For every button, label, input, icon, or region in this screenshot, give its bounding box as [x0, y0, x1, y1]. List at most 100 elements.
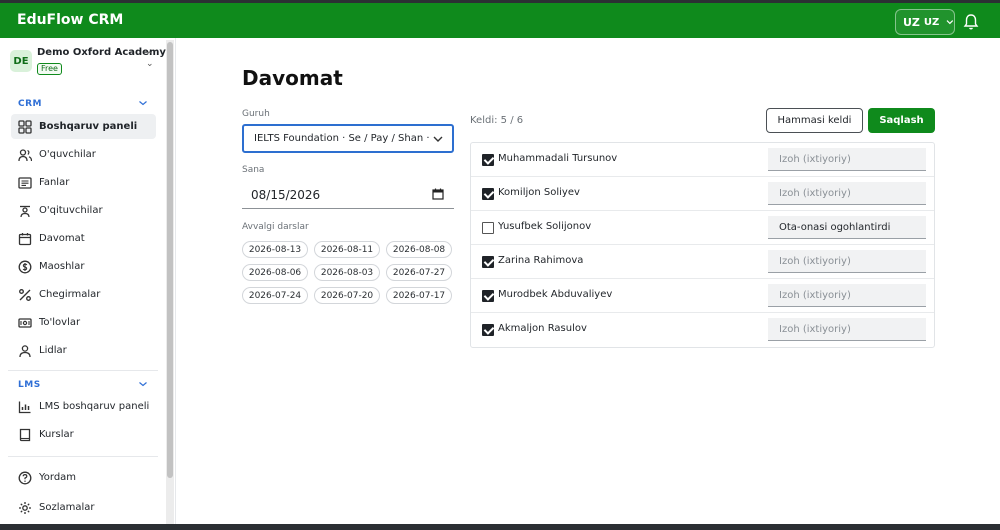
page-title: Davomat [242, 66, 343, 90]
attendance-list: Muhammadali Tursunov Izoh (ixtiyoriy) Ko… [470, 142, 935, 348]
sidebar-item-settings[interactable]: Sozlamalar [11, 495, 156, 520]
student-name: Zarina Rahimova [498, 255, 584, 266]
dashboard-icon [18, 119, 32, 134]
top-bar: EduFlow CRM UZ UZ [0, 0, 1000, 38]
attendance-checkbox[interactable] [482, 290, 494, 302]
previous-date-chip[interactable]: 2026-08-08 [386, 241, 452, 258]
sidebar-item-label: Yordam [39, 472, 77, 483]
sidebar-item-label: Lidlar [39, 345, 67, 356]
sidebar-item-teachers[interactable]: O'qituvchilar [11, 198, 156, 223]
group-select[interactable]: IELTS Foundation · Se / Pay / Shan · 1 [242, 124, 454, 153]
previous-date-chip[interactable]: 2026-08-06 [242, 264, 308, 281]
previous-date-chip[interactable]: 2026-08-13 [242, 241, 308, 258]
percent-icon [19, 288, 31, 301]
book-icon [19, 428, 31, 441]
note-input[interactable]: Izoh (ixtiyoriy) [768, 250, 926, 273]
attendance-checkbox[interactable] [482, 256, 494, 268]
sidebar-item-label: O'qituvchilar [39, 205, 103, 216]
app-brand[interactable]: EduFlow CRM [17, 12, 123, 28]
student-name: Yusufbek Solijonov [498, 221, 592, 232]
plan-badge: Free [37, 63, 62, 75]
sidebar-item-discounts[interactable]: Chegirmalar [11, 282, 156, 307]
teachers-icon [20, 205, 30, 217]
sidebar-item-label: Kurslar [39, 429, 74, 440]
sidebar-item-help[interactable]: Yordam [11, 465, 156, 490]
previous-lessons-label: Avvalgi darslar [242, 222, 309, 232]
sidebar-item-label: Maoshlar [39, 261, 85, 272]
sidebar-item-dashboard[interactable]: Boshqaruv paneli [11, 114, 156, 139]
student-name: Komiljon Soliyev [498, 187, 580, 198]
sidebar-item-leads[interactable]: Lidlar [11, 338, 156, 363]
note-text: Ota-onasi ogohlantirdi [779, 221, 891, 233]
previous-date-chip[interactable]: 2026-07-27 [386, 264, 452, 281]
calendar-icon[interactable] [432, 188, 444, 200]
date-label: Sana [242, 165, 265, 175]
sidebar-item-label: Fanlar [39, 177, 70, 188]
sidebar-item-lms-dashboard[interactable]: LMS boshqaruv paneli [11, 394, 156, 419]
sidebar-item-attendance[interactable]: Davomat [11, 226, 156, 251]
student-row: Akmaljon Rasulov Izoh (ixtiyoriy) [471, 313, 934, 347]
previous-date-chip[interactable]: 2026-07-17 [386, 287, 452, 304]
sidebar-item-students[interactable]: O'quvchilar [11, 142, 156, 167]
sidebar-divider [8, 370, 158, 371]
bottom-bar [0, 524, 1000, 530]
group-label: Guruh [242, 109, 270, 119]
attendance-checkbox[interactable] [482, 188, 494, 200]
bell-icon[interactable] [963, 13, 979, 31]
students-icon [18, 148, 32, 161]
student-row: Muhammadali Tursunov Izoh (ixtiyoriy) [471, 143, 934, 177]
previous-date-chip[interactable]: 2026-08-03 [314, 264, 380, 281]
expand-collapse-icon: ⌃ ⌄ [146, 51, 154, 69]
date-input[interactable]: 08/15/2026 [242, 181, 454, 209]
sidebar-item-payments[interactable]: To'lovlar [11, 310, 156, 335]
note-input[interactable]: Ota-onasi ogohlantirdi [768, 216, 926, 239]
note-text: Izoh (ixtiyoriy) [779, 289, 851, 301]
sidebar-item-label: Davomat [39, 233, 85, 244]
sidebar-item-subjects[interactable]: Fanlar [11, 170, 156, 195]
attendance-checkbox[interactable] [482, 222, 494, 234]
chevron-down-icon[interactable] [138, 379, 148, 389]
student-row: Murodbek Abduvaliyev Izoh (ixtiyoriy) [471, 279, 934, 313]
salary-icon [18, 260, 32, 273]
previous-date-chip[interactable]: 2026-07-24 [242, 287, 308, 304]
chevron-down-icon [946, 20, 954, 25]
student-name: Muhammadali Tursunov [498, 153, 618, 164]
chart-icon [18, 401, 31, 413]
leads-icon [19, 344, 31, 357]
group-select-value: IELTS Foundation · Se / Pay / Shan · 1 [254, 133, 440, 144]
sidebar-scrollbar-thumb[interactable] [167, 42, 173, 478]
note-input[interactable]: Izoh (ixtiyoriy) [768, 182, 926, 205]
language-selector[interactable]: UZ UZ [895, 9, 955, 35]
previous-date-chip[interactable]: 2026-07-20 [314, 287, 380, 304]
sidebar-item-label: Sozlamalar [39, 502, 95, 513]
attendance-checkbox[interactable] [482, 324, 494, 336]
mark-all-present-button[interactable]: Hammasi keldi [766, 108, 863, 133]
student-row: Komiljon Soliyev Izoh (ixtiyoriy) [471, 177, 934, 211]
note-input[interactable]: Izoh (ixtiyoriy) [768, 318, 926, 341]
chevron-down-icon[interactable] [138, 98, 148, 108]
language-code: UZ [923, 16, 940, 28]
note-input[interactable]: Izoh (ixtiyoriy) [768, 148, 926, 171]
note-input[interactable]: Izoh (ixtiyoriy) [768, 284, 926, 307]
sidebar-item-label: O'quvchilar [39, 149, 96, 160]
note-text: Izoh (ixtiyoriy) [779, 187, 851, 199]
student-row: Zarina Rahimova Izoh (ixtiyoriy) [471, 245, 934, 279]
section-lms-label: LMS [18, 380, 41, 390]
note-text: Izoh (ixtiyoriy) [779, 323, 851, 335]
attendance-checkbox[interactable] [482, 154, 494, 166]
organization-switcher[interactable]: DE Demo Oxford Academy Free ⌃ ⌄ [10, 47, 166, 79]
section-crm-label: CRM [18, 99, 42, 109]
save-button[interactable]: Saqlash [868, 108, 935, 133]
sidebar-item-courses[interactable]: Kurslar [11, 422, 156, 447]
previous-date-chip[interactable]: 2026-08-11 [314, 241, 380, 258]
calendar-icon [18, 232, 32, 245]
sidebar-item-label: Chegirmalar [39, 289, 101, 300]
gear-icon [19, 501, 31, 514]
sidebar-item-label: Boshqaruv paneli [39, 121, 138, 132]
sidebar-item-salaries[interactable]: Maoshlar [11, 254, 156, 279]
date-input-value: 08/15/2026 [251, 187, 321, 202]
language-badge: UZ [903, 15, 920, 29]
chevron-down-icon [432, 133, 444, 145]
student-name: Akmaljon Rasulov [498, 323, 587, 334]
org-avatar: DE [10, 50, 32, 72]
